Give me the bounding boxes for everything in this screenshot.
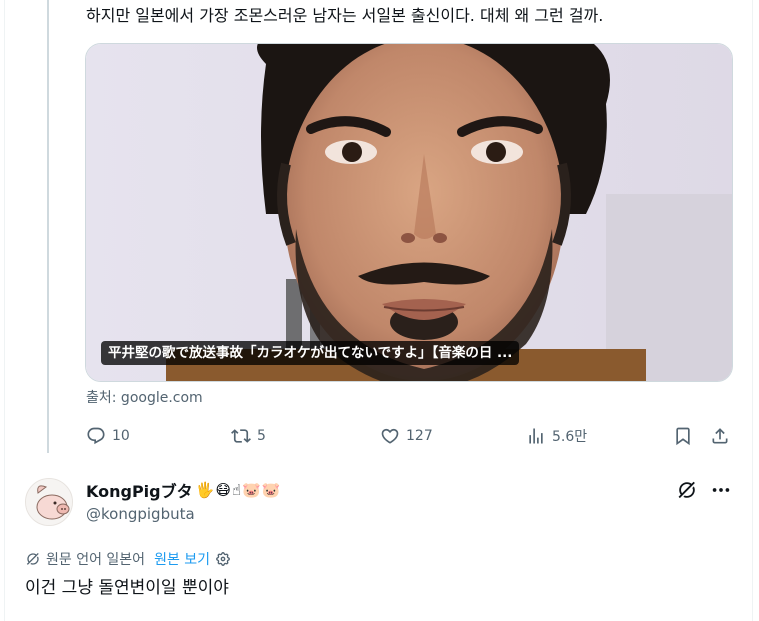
translation-note: 원문 언어 일본어 — [46, 552, 146, 568]
translate-icon — [26, 553, 39, 565]
avatar[interactable] — [25, 478, 73, 526]
more-icon — [712, 488, 730, 492]
mask-emoji: 😷 — [215, 481, 231, 499]
grok-icon — [678, 481, 695, 499]
portrait-photo — [86, 44, 732, 381]
like-count: 127 — [406, 428, 433, 444]
repost-count: 5 — [257, 428, 266, 444]
thread-connector-line — [47, 0, 49, 453]
translation-bar: 원문 언어 일본어 원본 보기 — [25, 548, 231, 570]
like-button[interactable]: 127 — [380, 424, 433, 448]
bookmark-button[interactable] — [673, 424, 693, 448]
views-button[interactable]: 5.6만 — [526, 424, 587, 448]
reply-button[interactable]: 10 — [86, 424, 130, 448]
post-media-image[interactable] — [85, 43, 733, 382]
repost-icon — [231, 429, 251, 443]
bookmark-icon — [676, 427, 690, 446]
analytics-icon — [529, 428, 543, 444]
show-original-link[interactable]: 원본 보기 — [154, 549, 210, 569]
reply-count: 10 — [112, 428, 130, 444]
pointing-finger-emoji: ☝ — [231, 481, 242, 499]
hand-emoji: 🖐 — [195, 481, 215, 499]
display-name: KongPigブタ — [86, 482, 193, 501]
share-icon — [712, 428, 728, 444]
reply-icon — [87, 427, 105, 445]
user-handle[interactable]: @kongpigbuta — [86, 504, 195, 524]
more-button[interactable] — [710, 479, 732, 501]
media-source[interactable]: 출처: google.com — [86, 388, 203, 408]
share-button[interactable] — [710, 424, 730, 448]
media-caption[interactable]: 平井堅の歌で放送事故「カラオケが出てないですよ」【音楽の日 ... — [101, 341, 520, 365]
gear-icon[interactable] — [215, 551, 231, 567]
heart-icon — [381, 428, 399, 444]
grok-button[interactable] — [676, 479, 698, 501]
pig-emoji: 🐷 — [242, 481, 261, 499]
reply-text: 이건 그냥 돌연변이일 뿐이야 — [25, 578, 229, 598]
pig-emoji: 🐷 — [261, 481, 281, 499]
pig-avatar-image — [26, 479, 72, 525]
post-text: 하지만 일본에서 가장 조몬스러운 남자는 서일본 출신이다. 대체 왜 그런 … — [86, 6, 604, 25]
repost-button[interactable]: 5 — [231, 424, 266, 448]
timeline-border-left — [4, 0, 5, 621]
views-count: 5.6만 — [552, 429, 588, 445]
reply-author-name[interactable]: KongPigブタ 🖐 😷 ☝ 🐷 🐷 — [86, 478, 280, 502]
timeline-border-right — [752, 0, 753, 621]
